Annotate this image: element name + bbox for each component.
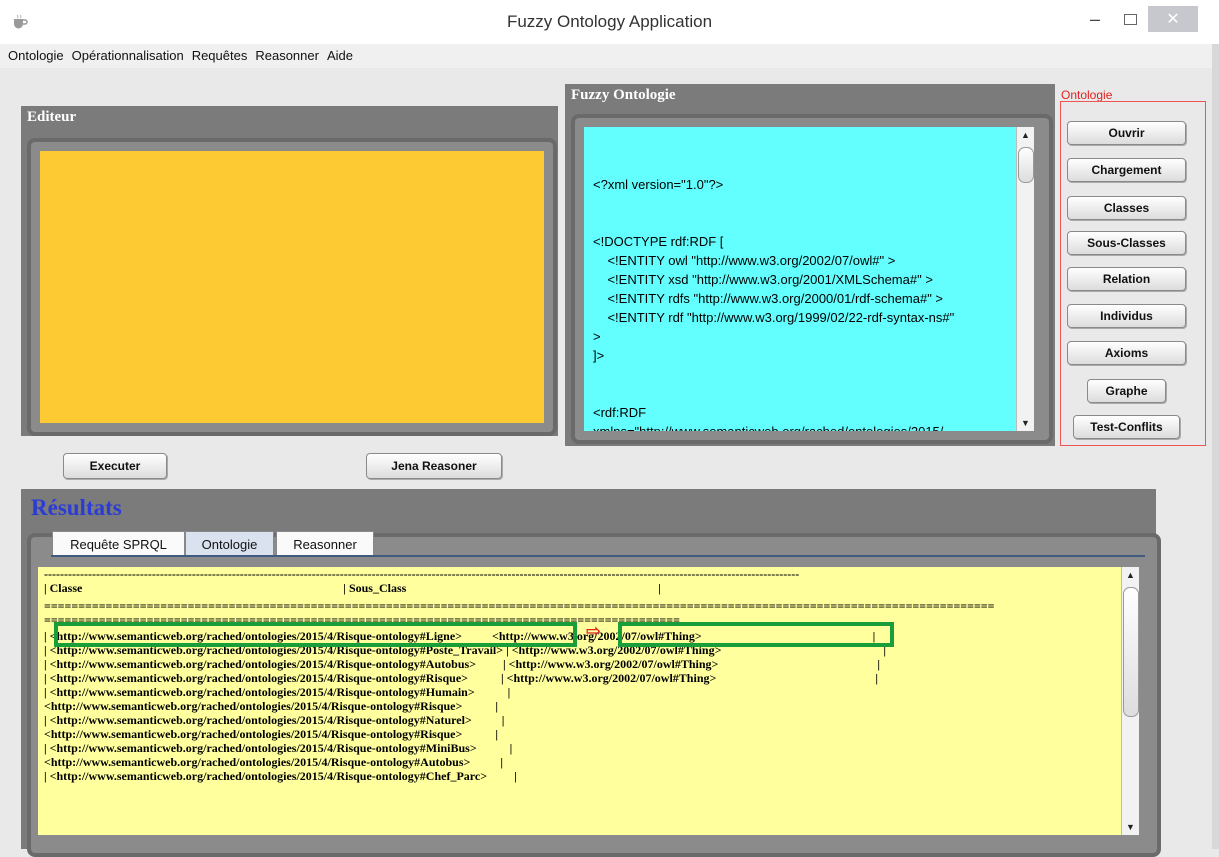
- menu-ontologie[interactable]: Ontologie: [8, 44, 64, 68]
- editor-text-area[interactable]: [40, 151, 544, 423]
- highlight-superclass-box: [618, 622, 894, 647]
- title-bar: Fuzzy Ontology Application – ✕: [0, 0, 1219, 45]
- scroll-up-icon[interactable]: ▲: [1122, 567, 1139, 583]
- graphe-button[interactable]: Graphe: [1087, 379, 1166, 403]
- results-panel: Résultats Requête SPRQL Ontologie Reason…: [21, 489, 1161, 857]
- menu-bar: Ontologie Opérationnalisation Requêtes Reas…: [0, 44, 1219, 68]
- xml-line: [593, 365, 1016, 384]
- result-line: | <http://www.semanticweb.org/rached/ont…: [44, 671, 878, 685]
- sous-classes-button[interactable]: Sous-Classes: [1067, 231, 1186, 255]
- result-line: <http://www.semanticweb.org/rached/ontol…: [44, 727, 498, 741]
- results-scrollbar[interactable]: ▲ ▼: [1121, 567, 1139, 835]
- result-line: | Classe | Sous_Class |: [44, 581, 661, 595]
- xml-line: <?xml version="1.0"?>: [593, 177, 724, 192]
- xml-line: <!DOCTYPE rdf:RDF [: [593, 234, 724, 249]
- axioms-button[interactable]: Axioms: [1067, 341, 1186, 365]
- fuzzy-ontology-title: Fuzzy Ontologie: [571, 87, 676, 103]
- fuzzy-ontology-panel: Fuzzy Ontologie <?xml version="1.0"?> <!D…: [565, 84, 1055, 446]
- ontology-group-label: Ontologie: [1061, 88, 1113, 102]
- jena-reasoner-button[interactable]: Jena Reasoner: [366, 453, 502, 479]
- menu-requetes[interactable]: Requêtes: [192, 44, 248, 68]
- xml-line: <!ENTITY rdf "http://www.w3.org/1999/02/…: [593, 310, 955, 325]
- executer-button[interactable]: Executer: [63, 453, 167, 479]
- xml-line: <!ENTITY xsd "http://www.w3.org/2001/XML…: [593, 272, 933, 287]
- window-title: Fuzzy Ontology Application: [506, 12, 713, 31]
- ontology-button-group: Ouvrir Chargement Classes Sous-Classes R…: [1060, 101, 1206, 446]
- xml-line: xmlns="http://www.semanticweb.org/rached…: [593, 422, 1016, 431]
- results-text-area[interactable]: ----------------------------------------…: [38, 567, 1121, 835]
- result-line: | <http://www.semanticweb.org/rached/ont…: [44, 657, 880, 671]
- scroll-down-icon[interactable]: ▼: [1122, 819, 1139, 835]
- xml-line: >: [593, 329, 601, 344]
- scroll-up-icon[interactable]: ▲: [1017, 127, 1034, 143]
- menu-reasonner[interactable]: Reasonner: [255, 44, 319, 68]
- xml-line: [593, 213, 1016, 232]
- menu-operationnalisation[interactable]: Opérationnalisation: [72, 44, 184, 68]
- individus-button[interactable]: Individus: [1067, 304, 1186, 328]
- fuzzy-ontology-text-area[interactable]: <?xml version="1.0"?> <!DOCTYPE rdf:RDF […: [584, 127, 1016, 431]
- xml-line: ]>: [593, 348, 605, 363]
- result-line: <http://www.semanticweb.org/rached/ontol…: [44, 755, 503, 769]
- maximize-icon: [1123, 13, 1137, 25]
- maximize-button[interactable]: [1115, 6, 1145, 32]
- result-line: | <http://www.semanticweb.org/rached/ont…: [44, 769, 517, 783]
- relation-button[interactable]: Relation: [1067, 267, 1186, 291]
- xml-line: <rdf:RDF: [593, 405, 647, 420]
- editor-frame: [27, 138, 557, 436]
- chargement-button[interactable]: Chargement: [1067, 158, 1186, 182]
- menu-aide[interactable]: Aide: [327, 44, 353, 68]
- red-arrow-icon: ⇨: [586, 621, 602, 642]
- result-line: <http://www.semanticweb.org/rached/ontol…: [44, 699, 498, 713]
- tab-separator: [51, 555, 1145, 557]
- result-line: | <http://www.semanticweb.org/rached/ont…: [44, 741, 513, 755]
- result-line: ========================================…: [44, 599, 995, 613]
- scroll-down-icon[interactable]: ▼: [1017, 415, 1034, 431]
- fuzzy-ontology-frame: <?xml version="1.0"?> <!DOCTYPE rdf:RDF […: [571, 114, 1053, 444]
- result-line: | <http://www.semanticweb.org/rached/ont…: [44, 685, 511, 699]
- tab-ontologie[interactable]: Ontologie: [185, 531, 274, 556]
- classes-button[interactable]: Classes: [1067, 196, 1186, 220]
- result-line: ----------------------------------------…: [44, 567, 800, 581]
- result-line: | <http://www.semanticweb.org/rached/ont…: [44, 713, 505, 727]
- fuzzy-scrollbar[interactable]: ▲ ▼: [1016, 127, 1034, 431]
- xml-line: <!ENTITY owl "http://www.w3.org/2002/07/…: [593, 253, 896, 268]
- minimize-button[interactable]: –: [1080, 6, 1110, 32]
- xml-line: <!ENTITY rdfs "http://www.w3.org/2000/01…: [593, 291, 944, 306]
- editor-panel: Editeur: [21, 106, 558, 436]
- xml-line: [593, 194, 1016, 213]
- test-conflits-button[interactable]: Test-Conflits: [1073, 415, 1180, 439]
- scroll-thumb[interactable]: [1123, 587, 1139, 717]
- window-edge: [1212, 44, 1219, 849]
- xml-line: [593, 384, 1016, 403]
- tab-reasonner[interactable]: Reasonner: [276, 531, 374, 556]
- editor-title: Editeur: [27, 109, 77, 125]
- ouvrir-button[interactable]: Ouvrir: [1067, 121, 1186, 145]
- close-button[interactable]: ✕: [1148, 6, 1198, 32]
- tab-requete-sprql[interactable]: Requête SPRQL: [52, 531, 185, 556]
- highlight-subclass-box: [54, 622, 577, 647]
- results-title: Résultats: [31, 495, 122, 520]
- scroll-thumb[interactable]: [1018, 147, 1034, 183]
